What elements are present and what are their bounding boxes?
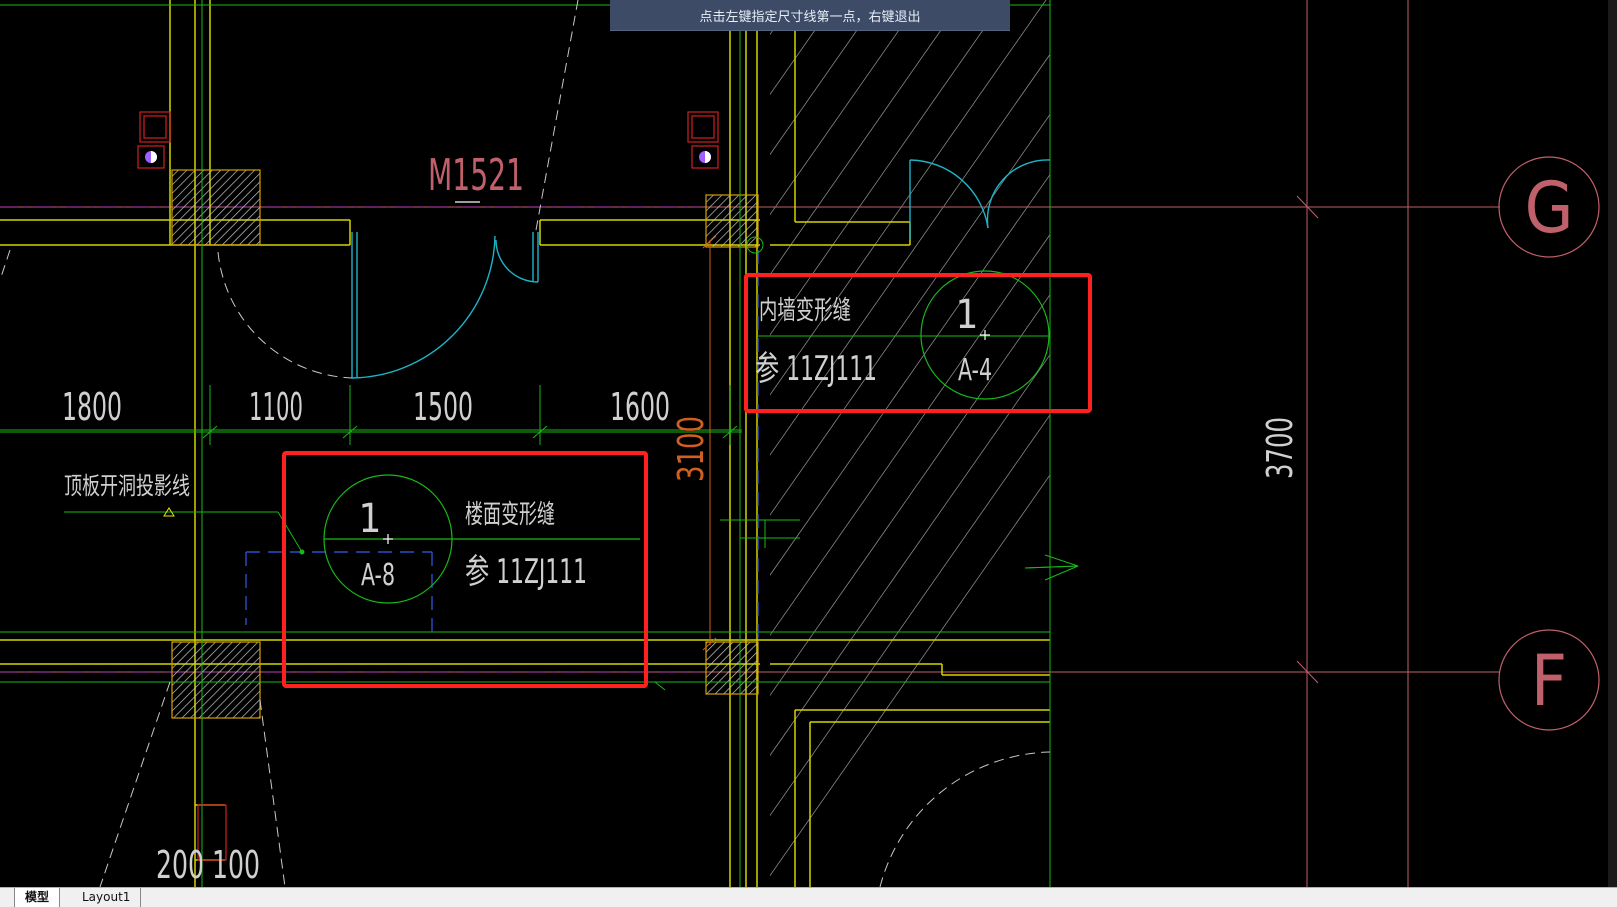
callout-floor-sheet: A-8 [361,558,395,593]
axis-label-g: G [1525,167,1574,249]
command-prompt-text: 点击左键指定尺寸线第一点，右键退出 [699,9,921,25]
projection-note: 顶板开洞投影线 [64,472,190,500]
hatch-line [90,0,710,887]
axis-label-f: F [1531,640,1567,722]
hatch-line [6,0,626,887]
hatch-line [770,113,1050,516]
callout-wall-reference: 参 11ZJ111 [755,349,877,389]
hatch-line [770,354,1050,757]
tab-model[interactable]: 模型 [14,888,61,907]
callout-floor-reference: 参 11ZJ111 [465,552,587,592]
hatch-line [770,0,879,156]
dim-1100: 1100 [249,385,303,429]
command-prompt-tooltip: 点击左键指定尺寸线第一点，右键退出 [610,0,1010,31]
hatch-line [770,294,1050,696]
layout-tab-bar: 模型 Layout1 [0,887,1617,907]
hatch-line [770,0,1047,396]
walls [0,0,1050,887]
hatch-line [770,0,837,96]
door-label: M1521 [428,150,524,201]
green-guide-lines [0,0,1079,887]
hatch-line [48,0,668,887]
tab-layout1[interactable]: Layout1 [72,888,142,907]
hatch-line [0,0,500,887]
vertical-scrollbar[interactable] [1608,0,1617,887]
hatch-line [770,0,921,216]
dim-1800: 1800 [62,385,122,429]
callout-wall-index: 1 [956,292,979,338]
hatch-line [0,0,584,887]
hatch-line [770,0,963,276]
callout-wall-sheet: A-4 [958,353,992,388]
hatch-line [770,173,1050,576]
callout-wall-title: 内墙变形缝 [759,296,851,326]
dim-3700: 3700 [1260,417,1301,479]
cad-application: G F M1521 1800 1100 1500 1600 3100 3700 … [0,0,1617,907]
dim-1600: 1600 [610,385,670,429]
hatch-line [770,53,1050,456]
dim-1500: 1500 [413,385,473,429]
dim-200-100: 200 100 [156,843,260,887]
dim-3100: 3100 [671,416,712,482]
leader-point [299,549,305,555]
drawing-canvas[interactable]: G F M1521 1800 1100 1500 1600 3100 3700 … [0,0,1617,887]
callout-floor-index: 1 [359,496,382,542]
dashed-construction-lines [0,0,1051,887]
hatch-line [0,0,542,887]
hatch-line [132,0,752,887]
callout-floor-title: 楼面变形缝 [465,500,555,530]
